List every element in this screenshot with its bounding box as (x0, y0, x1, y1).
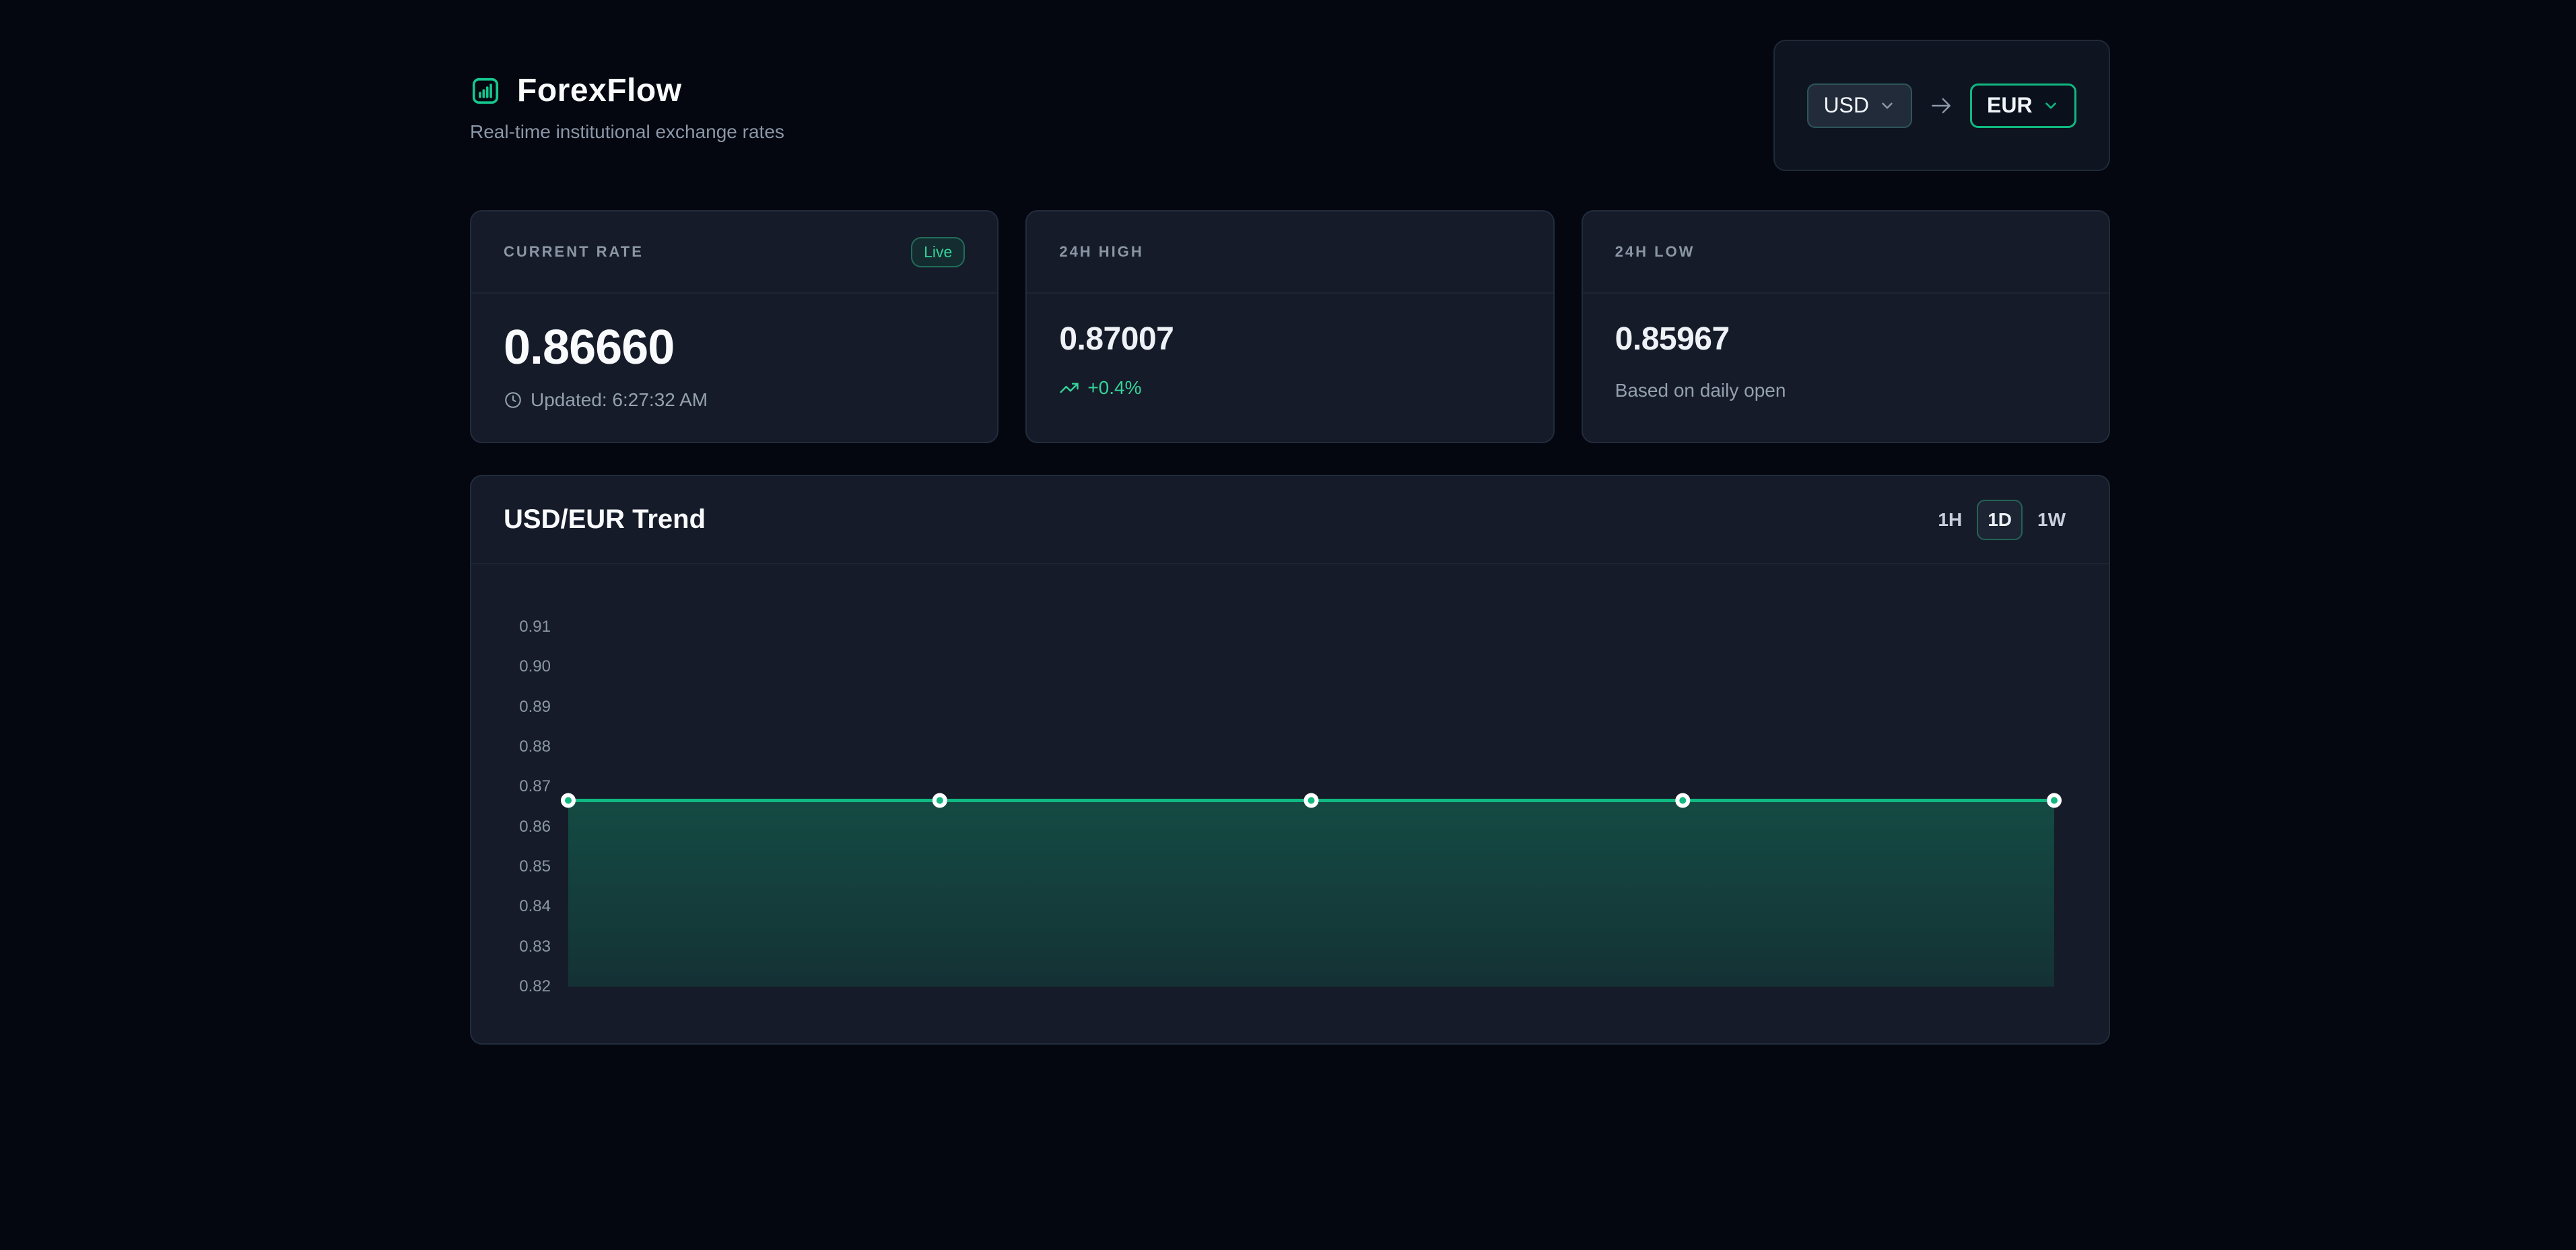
tab-1d[interactable]: 1D (1977, 500, 2023, 540)
chart-header: USD/EUR Trend 1H 1D 1W (471, 476, 2109, 564)
chevron-down-icon (2042, 97, 2060, 114)
data-point-center (937, 797, 943, 804)
low-24h-label: 24H LOW (1615, 243, 1695, 261)
chevron-down-icon (1878, 97, 1896, 114)
current-rate-card-body: 0.86660 Updated: 6:27:32 AM (471, 294, 997, 411)
currency-converter-panel: USD EUR (1773, 40, 2110, 171)
change-percent: +0.4% (1087, 377, 1141, 399)
chart-yaxis: 0.91 0.90 0.89 0.88 0.87 0.86 0.85 0.84 0.83 0.82 (471, 564, 551, 1043)
arrow-right-icon (1930, 94, 1953, 117)
y-tick-label: 0.91 (471, 617, 551, 637)
high-24h-value: 0.87007 (1059, 323, 1520, 356)
last-updated-row: Updated: 6:27:32 AM (504, 389, 965, 411)
area-fill (568, 801, 2054, 987)
chart-plot (568, 564, 2054, 1043)
trending-up-icon (1059, 378, 1079, 398)
current-rate-card-header: CURRENT RATE Live (471, 211, 997, 294)
stats-row: CURRENT RATE Live 0.86660 Updated: 6:27:… (470, 210, 2110, 443)
chart-card: USD/EUR Trend 1H 1D 1W 0.910.900.890.880… (470, 475, 2110, 1045)
y-tick-label: 0.87 (471, 777, 551, 797)
high-24h-card-body: 0.87007 +0.4% (1027, 294, 1553, 399)
data-point-center (1679, 797, 1686, 804)
range-tabs: 1H 1D 1W (1927, 500, 2076, 540)
clock-icon (504, 391, 522, 409)
data-point-center (2051, 797, 2058, 804)
header: ForexFlow Real-time institutional exchan… (470, 0, 2110, 143)
y-tick-label: 0.85 (471, 857, 551, 877)
chart-title: USD/EUR Trend (504, 504, 706, 535)
y-tick-label: 0.89 (471, 697, 551, 717)
from-currency-label: USD (1823, 93, 1869, 118)
to-currency-label: EUR (1987, 93, 2033, 118)
current-rate-label: CURRENT RATE (504, 243, 644, 261)
change-row: +0.4% (1059, 377, 1520, 399)
current-rate-value: 0.86660 (504, 323, 965, 372)
data-point-center (565, 797, 572, 804)
y-tick-label: 0.82 (471, 977, 551, 997)
daily-open-note: Based on daily open (1615, 380, 2076, 401)
tab-1w[interactable]: 1W (2027, 500, 2076, 540)
content-wrapper: ForexFlow Real-time institutional exchan… (470, 0, 2110, 1045)
y-tick-label: 0.86 (471, 817, 551, 837)
low-24h-card-header: 24H LOW (1583, 211, 2109, 294)
high-24h-card: 24H HIGH 0.87007 +0.4% (1025, 210, 1554, 443)
high-24h-label: 24H HIGH (1059, 243, 1143, 261)
from-currency-select[interactable]: USD (1807, 84, 1912, 128)
data-point-center (1308, 797, 1315, 804)
chart-area: 0.91 0.90 0.89 0.88 0.87 0.86 0.85 0.84 0.83 0.82 (471, 564, 2109, 1043)
y-tick-label: 0.84 (471, 896, 551, 917)
y-tick-label: 0.90 (471, 657, 551, 677)
low-24h-value: 0.85967 (1615, 323, 2076, 356)
to-currency-select[interactable]: EUR (1970, 84, 2076, 128)
last-updated-text: Updated: 6:27:32 AM (531, 389, 708, 411)
current-rate-card: CURRENT RATE Live 0.86660 Updated: 6:27:… (470, 210, 998, 443)
tab-1h[interactable]: 1H (1927, 500, 1973, 540)
live-status-badge: Live (911, 237, 965, 267)
app-title: ForexFlow (517, 72, 682, 109)
low-24h-card-body: 0.85967 Based on daily open (1583, 294, 2109, 401)
high-24h-card-header: 24H HIGH (1027, 211, 1553, 294)
bar-chart-logo-icon (470, 75, 501, 106)
y-tick-label: 0.88 (471, 737, 551, 757)
low-24h-card: 24H LOW 0.85967 Based on daily open (1582, 210, 2110, 443)
y-tick-label: 0.83 (471, 937, 551, 957)
